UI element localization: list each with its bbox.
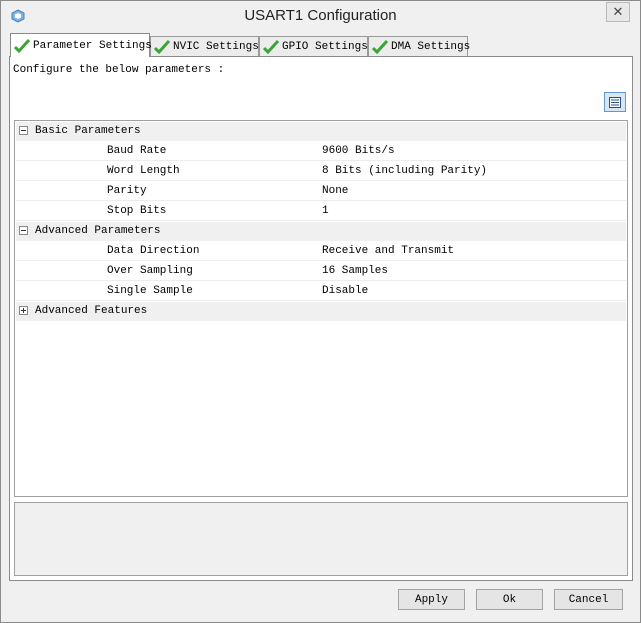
check-icon (154, 39, 170, 54)
tab-label: NVIC Settings (173, 40, 259, 53)
property-row-parity[interactable]: Parity None (16, 182, 626, 201)
cancel-button[interactable]: Cancel (554, 589, 623, 610)
check-icon (14, 38, 30, 53)
tab-content-panel: Configure the below parameters : Basic P… (9, 56, 633, 581)
property-value[interactable]: 8 Bits (including Parity) (322, 165, 487, 177)
property-row-single-sample[interactable]: Single Sample Disable (16, 282, 626, 301)
property-value[interactable]: Receive and Transmit (322, 245, 454, 257)
property-row-data-direction[interactable]: Data Direction Receive and Transmit (16, 242, 626, 261)
property-name: Stop Bits (107, 205, 167, 217)
ok-button[interactable]: Ok (476, 589, 543, 610)
group-advanced-features[interactable]: Advanced Features (16, 302, 626, 321)
property-value[interactable]: 1 (322, 205, 329, 217)
group-label: Advanced Parameters (35, 225, 161, 237)
property-name: Parity (107, 185, 147, 197)
property-row-word-length[interactable]: Word Length 8 Bits (including Parity) (16, 162, 626, 181)
title-bar: USART1 Configuration ✕ (1, 1, 640, 32)
property-name: Baud Rate (107, 145, 167, 157)
categorized-view-button[interactable] (604, 92, 626, 112)
expand-icon[interactable] (19, 306, 28, 315)
list-view-icon (609, 96, 621, 108)
property-value[interactable]: Disable (322, 285, 368, 297)
property-name: Word Length (107, 165, 180, 177)
check-icon (372, 39, 388, 54)
collapse-icon[interactable] (19, 126, 28, 135)
intro-text: Configure the below parameters : (13, 64, 225, 76)
tab-nvic-settings[interactable]: NVIC Settings (150, 36, 259, 56)
config-dialog: USART1 Configuration ✕ Parameter Setting… (0, 0, 641, 623)
property-value[interactable]: None (322, 185, 348, 197)
tab-label: GPIO Settings (282, 40, 368, 53)
apply-button[interactable]: Apply (398, 589, 465, 610)
property-name: Single Sample (107, 285, 193, 297)
group-label: Advanced Features (35, 305, 148, 317)
property-row-stop-bits[interactable]: Stop Bits 1 (16, 202, 626, 221)
property-row-baud-rate[interactable]: Baud Rate 9600 Bits/s (16, 142, 626, 161)
check-icon (263, 39, 279, 54)
group-advanced-parameters[interactable]: Advanced Parameters (16, 222, 626, 241)
group-basic-parameters[interactable]: Basic Parameters (16, 122, 626, 141)
property-name: Over Sampling (107, 265, 193, 277)
window-title: USART1 Configuration (244, 7, 397, 24)
tab-parameter-settings[interactable]: Parameter Settings (10, 33, 152, 57)
close-button[interactable]: ✕ (606, 2, 630, 22)
property-row-over-sampling[interactable]: Over Sampling 16 Samples (16, 262, 626, 281)
property-grid: Basic Parameters Baud Rate 9600 Bits/s W… (14, 120, 628, 497)
property-value[interactable]: 9600 Bits/s (322, 145, 395, 157)
collapse-icon[interactable] (19, 226, 28, 235)
property-value[interactable]: 16 Samples (322, 265, 388, 277)
tab-gpio-settings[interactable]: GPIO Settings (259, 36, 368, 56)
description-panel (14, 502, 628, 576)
property-name: Data Direction (107, 245, 200, 257)
tab-label: DMA Settings (391, 40, 471, 53)
group-label: Basic Parameters (35, 125, 141, 137)
tab-label: Parameter Settings (33, 39, 152, 52)
close-icon: ✕ (612, 4, 624, 20)
tab-dma-settings[interactable]: DMA Settings (368, 36, 471, 56)
